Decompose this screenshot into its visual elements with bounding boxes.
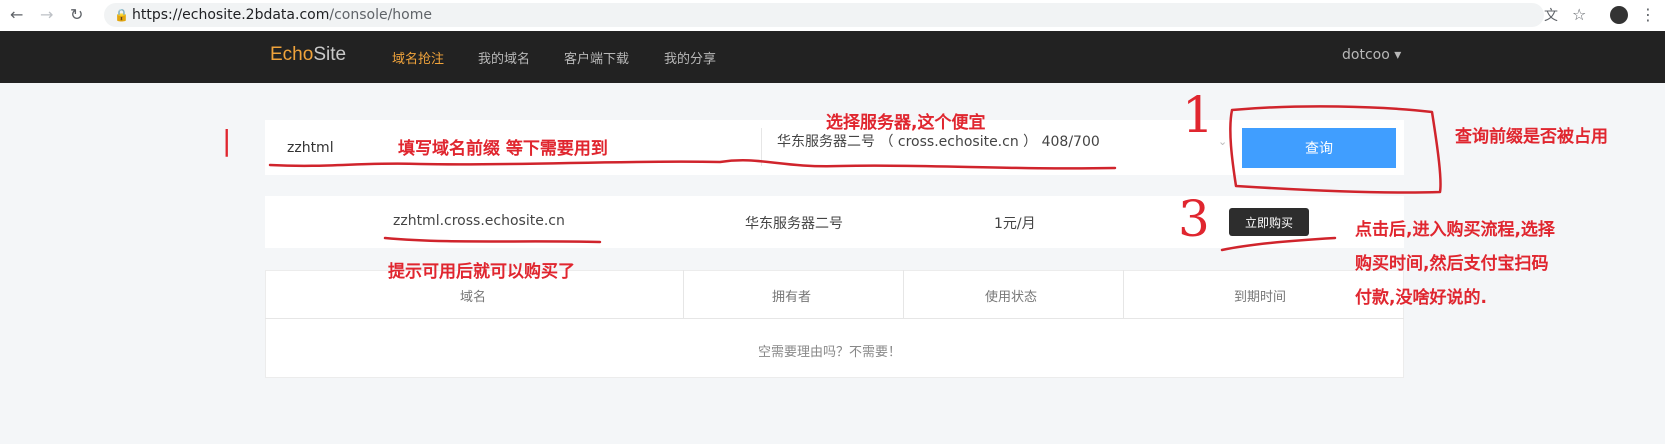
annotation-buy-flow-line3: 付款,没啥好说的.	[1355, 288, 1487, 308]
annotation-buy-flow-line1: 点击后,进入购买流程,选择	[1355, 220, 1555, 240]
annotation-buy-flow-line2: 购买时间,然后支付宝扫码	[1355, 254, 1549, 274]
annotation-query-hint: 查询前缀是否被占用	[1455, 127, 1608, 147]
underline-buy-button	[1220, 236, 1337, 252]
annotation-number-3: 3	[1178, 190, 1210, 248]
annotation-available-hint: 提示可用后就可以购买了	[388, 262, 575, 282]
box-around-query-button	[1229, 105, 1442, 194]
underline-domain-prefix	[268, 159, 1117, 170]
annotation-number-1: 1	[1182, 86, 1214, 144]
annotation-fill-prefix: 填写域名前缀 等下需要用到	[398, 139, 608, 159]
annotation-choose-server: 选择服务器,这个便宜	[826, 113, 986, 133]
annotation-mark-left: |	[222, 124, 232, 157]
underline-result-domain	[383, 236, 602, 244]
